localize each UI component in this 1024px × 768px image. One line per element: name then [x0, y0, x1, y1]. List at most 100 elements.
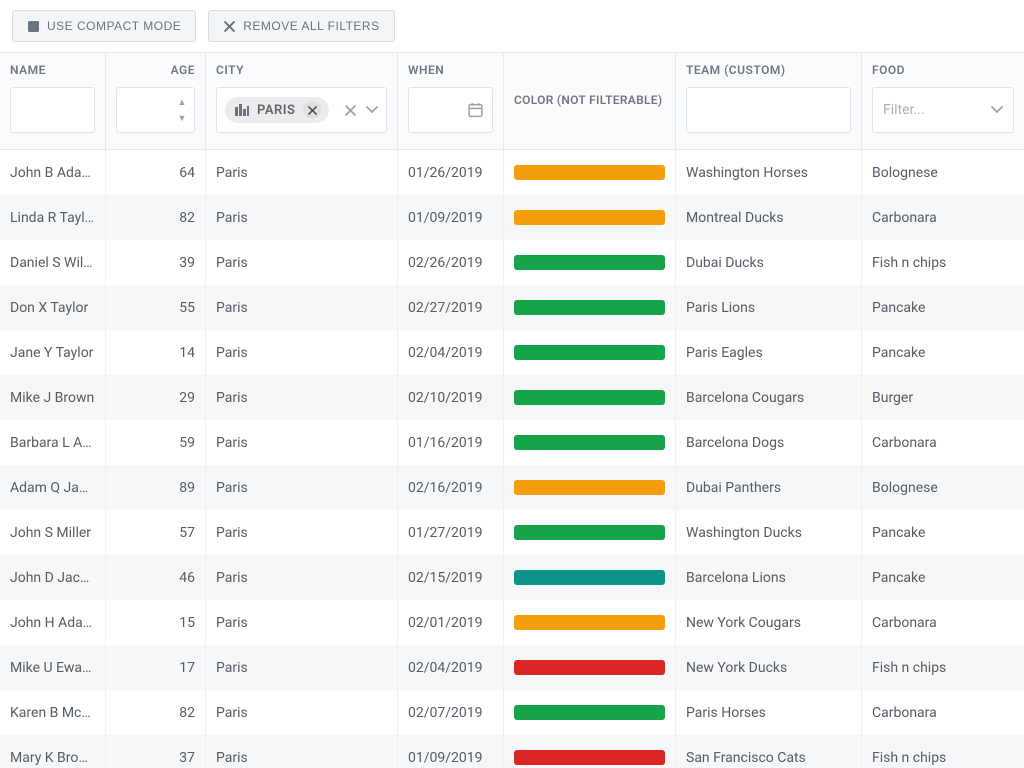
cell-text: Pancake	[872, 570, 1014, 586]
cell-text: Paris	[216, 750, 387, 766]
cell-color: Green	[504, 375, 676, 420]
cell-food: Pancake	[862, 555, 1024, 600]
cell-food: Pancake	[862, 510, 1024, 555]
cell-text: Mike J Brown	[10, 390, 95, 406]
cell-text: San Francisco Cats	[686, 750, 851, 766]
cell-food: Pancake	[862, 285, 1024, 330]
table-row[interactable]: John S Miller57Paris01/27/2019GreenWashi…	[0, 510, 1024, 555]
cell-team: Washington Ducks	[676, 510, 862, 555]
cell-text: 39	[116, 255, 195, 271]
cell-text: Paris	[216, 390, 387, 406]
color-swatch	[514, 615, 665, 630]
table-row[interactable]: Karen B McDonald82Paris02/07/2019GreenPa…	[0, 690, 1024, 735]
table-row[interactable]: Mary K Brown37Paris01/09/2019RedSan Fran…	[0, 735, 1024, 768]
cell-text: John B Adams	[10, 165, 95, 181]
table-row[interactable]: Don X Taylor55Paris02/27/2019GreenParis …	[0, 285, 1024, 330]
cell-text: Paris	[216, 345, 387, 361]
close-icon	[223, 20, 235, 32]
filter-team-input[interactable]	[686, 87, 851, 133]
color-swatch	[514, 570, 665, 585]
cell-when: 02/26/2019	[398, 240, 504, 285]
cell-text: Barcelona Lions	[686, 570, 851, 586]
remove-all-filters-button[interactable]: Remove all filters	[208, 10, 394, 42]
table-row[interactable]: Adam Q Jackson89Paris02/16/2019OrangeDub…	[0, 465, 1024, 510]
table-row[interactable]: Jane Y Taylor14Paris02/04/2019GreenParis…	[0, 330, 1024, 375]
cell-team: San Francisco Cats	[676, 735, 862, 768]
chevron-down-icon[interactable]	[991, 106, 1003, 114]
spinner-down-icon[interactable]: ▼	[173, 111, 191, 125]
cell-text: John H Adams	[10, 615, 95, 631]
cell-text: Washington Horses	[686, 165, 851, 181]
cell-text: 01/09/2019	[408, 210, 493, 226]
table-row[interactable]: Mike J Brown29Paris02/10/2019GreenBarcel…	[0, 375, 1024, 420]
cell-text: 02/04/2019	[408, 660, 493, 676]
cell-when: 01/09/2019	[398, 195, 504, 240]
cell-text: Paris Lions	[686, 300, 851, 316]
cell-text: 17	[116, 660, 195, 676]
chevron-down-icon[interactable]	[366, 106, 378, 114]
cell-text: Paris	[216, 255, 387, 271]
filter-when-input[interactable]	[408, 87, 493, 133]
stop-icon	[27, 20, 39, 32]
table-row[interactable]: Linda R Taylor82Paris01/09/2019OrangeMon…	[0, 195, 1024, 240]
use-compact-mode-button[interactable]: Use compact mode	[12, 10, 196, 42]
header-color[interactable]: Color (not filterable)	[504, 53, 676, 149]
cell-text: 02/15/2019	[408, 570, 493, 586]
cell-age: 46	[106, 555, 206, 600]
header-name[interactable]: Name	[0, 53, 106, 149]
header-age[interactable]: Age ▲ ▼	[106, 53, 206, 149]
cell-text: Paris	[216, 525, 387, 541]
filter-name-input[interactable]	[10, 87, 95, 133]
filter-city-select[interactable]: Paris	[216, 87, 387, 133]
cell-team: Paris Eagles	[676, 330, 862, 375]
cell-age: 55	[106, 285, 206, 330]
cell-text: Paris	[216, 660, 387, 676]
spinner-up-icon[interactable]: ▲	[173, 95, 191, 109]
color-swatch	[514, 435, 665, 450]
filter-food-select[interactable]: Filter...	[872, 87, 1014, 133]
clear-all-tags-icon[interactable]	[345, 105, 356, 116]
cell-text: Carbonara	[872, 435, 1014, 451]
cell-text: Fish n chips	[872, 660, 1014, 676]
cell-color: Orange	[504, 150, 676, 195]
cell-when: 02/04/2019	[398, 330, 504, 375]
cell-age: 89	[106, 465, 206, 510]
cell-age: 29	[106, 375, 206, 420]
header-city[interactable]: City Paris	[206, 53, 398, 149]
tag-remove-icon[interactable]	[303, 101, 321, 119]
cell-when: 02/04/2019	[398, 645, 504, 690]
header-food[interactable]: Food Filter...	[862, 53, 1024, 149]
cell-text: 01/27/2019	[408, 525, 493, 541]
cell-food: Bolognese	[862, 150, 1024, 195]
cell-color: Green	[504, 420, 676, 465]
cell-color: Teal	[504, 555, 676, 600]
cell-age: 17	[106, 645, 206, 690]
cell-age: 39	[106, 240, 206, 285]
header-label: Name	[10, 63, 95, 77]
cell-team: Montreal Ducks	[676, 195, 862, 240]
color-swatch	[514, 705, 665, 720]
cell-text: New York Cougars	[686, 615, 851, 631]
cell-age: 15	[106, 600, 206, 645]
cell-text: New York Ducks	[686, 660, 851, 676]
cell-text: Jane Y Taylor	[10, 345, 95, 361]
cell-when: 01/26/2019	[398, 150, 504, 195]
header-when[interactable]: When	[398, 53, 504, 149]
table-row[interactable]: John D Jackson46Paris02/15/2019TealBarce…	[0, 555, 1024, 600]
cell-text: Paris	[216, 165, 387, 181]
select-placeholder: Filter...	[883, 102, 985, 118]
cell-food: Fish n chips	[862, 735, 1024, 768]
cell-food: Pancake	[862, 330, 1024, 375]
table-row[interactable]: John H Adams15Paris02/01/2019OrangeNew Y…	[0, 600, 1024, 645]
cell-text: 37	[116, 750, 195, 766]
cell-when: 01/09/2019	[398, 735, 504, 768]
color-swatch	[514, 300, 665, 315]
table-row[interactable]: Daniel S Wilson39Paris02/26/2019GreenDub…	[0, 240, 1024, 285]
table-row[interactable]: Mike U Ewans17Paris02/04/2019RedNew York…	[0, 645, 1024, 690]
table-row[interactable]: Barbara L Adams59Paris01/16/2019GreenBar…	[0, 420, 1024, 465]
cell-when: 02/07/2019	[398, 690, 504, 735]
header-team[interactable]: Team (custom)	[676, 53, 862, 149]
table-row[interactable]: John B Adams64Paris01/26/2019OrangeWashi…	[0, 150, 1024, 195]
cell-text: Mike U Ewans	[10, 660, 95, 676]
cell-city: Paris	[206, 645, 398, 690]
